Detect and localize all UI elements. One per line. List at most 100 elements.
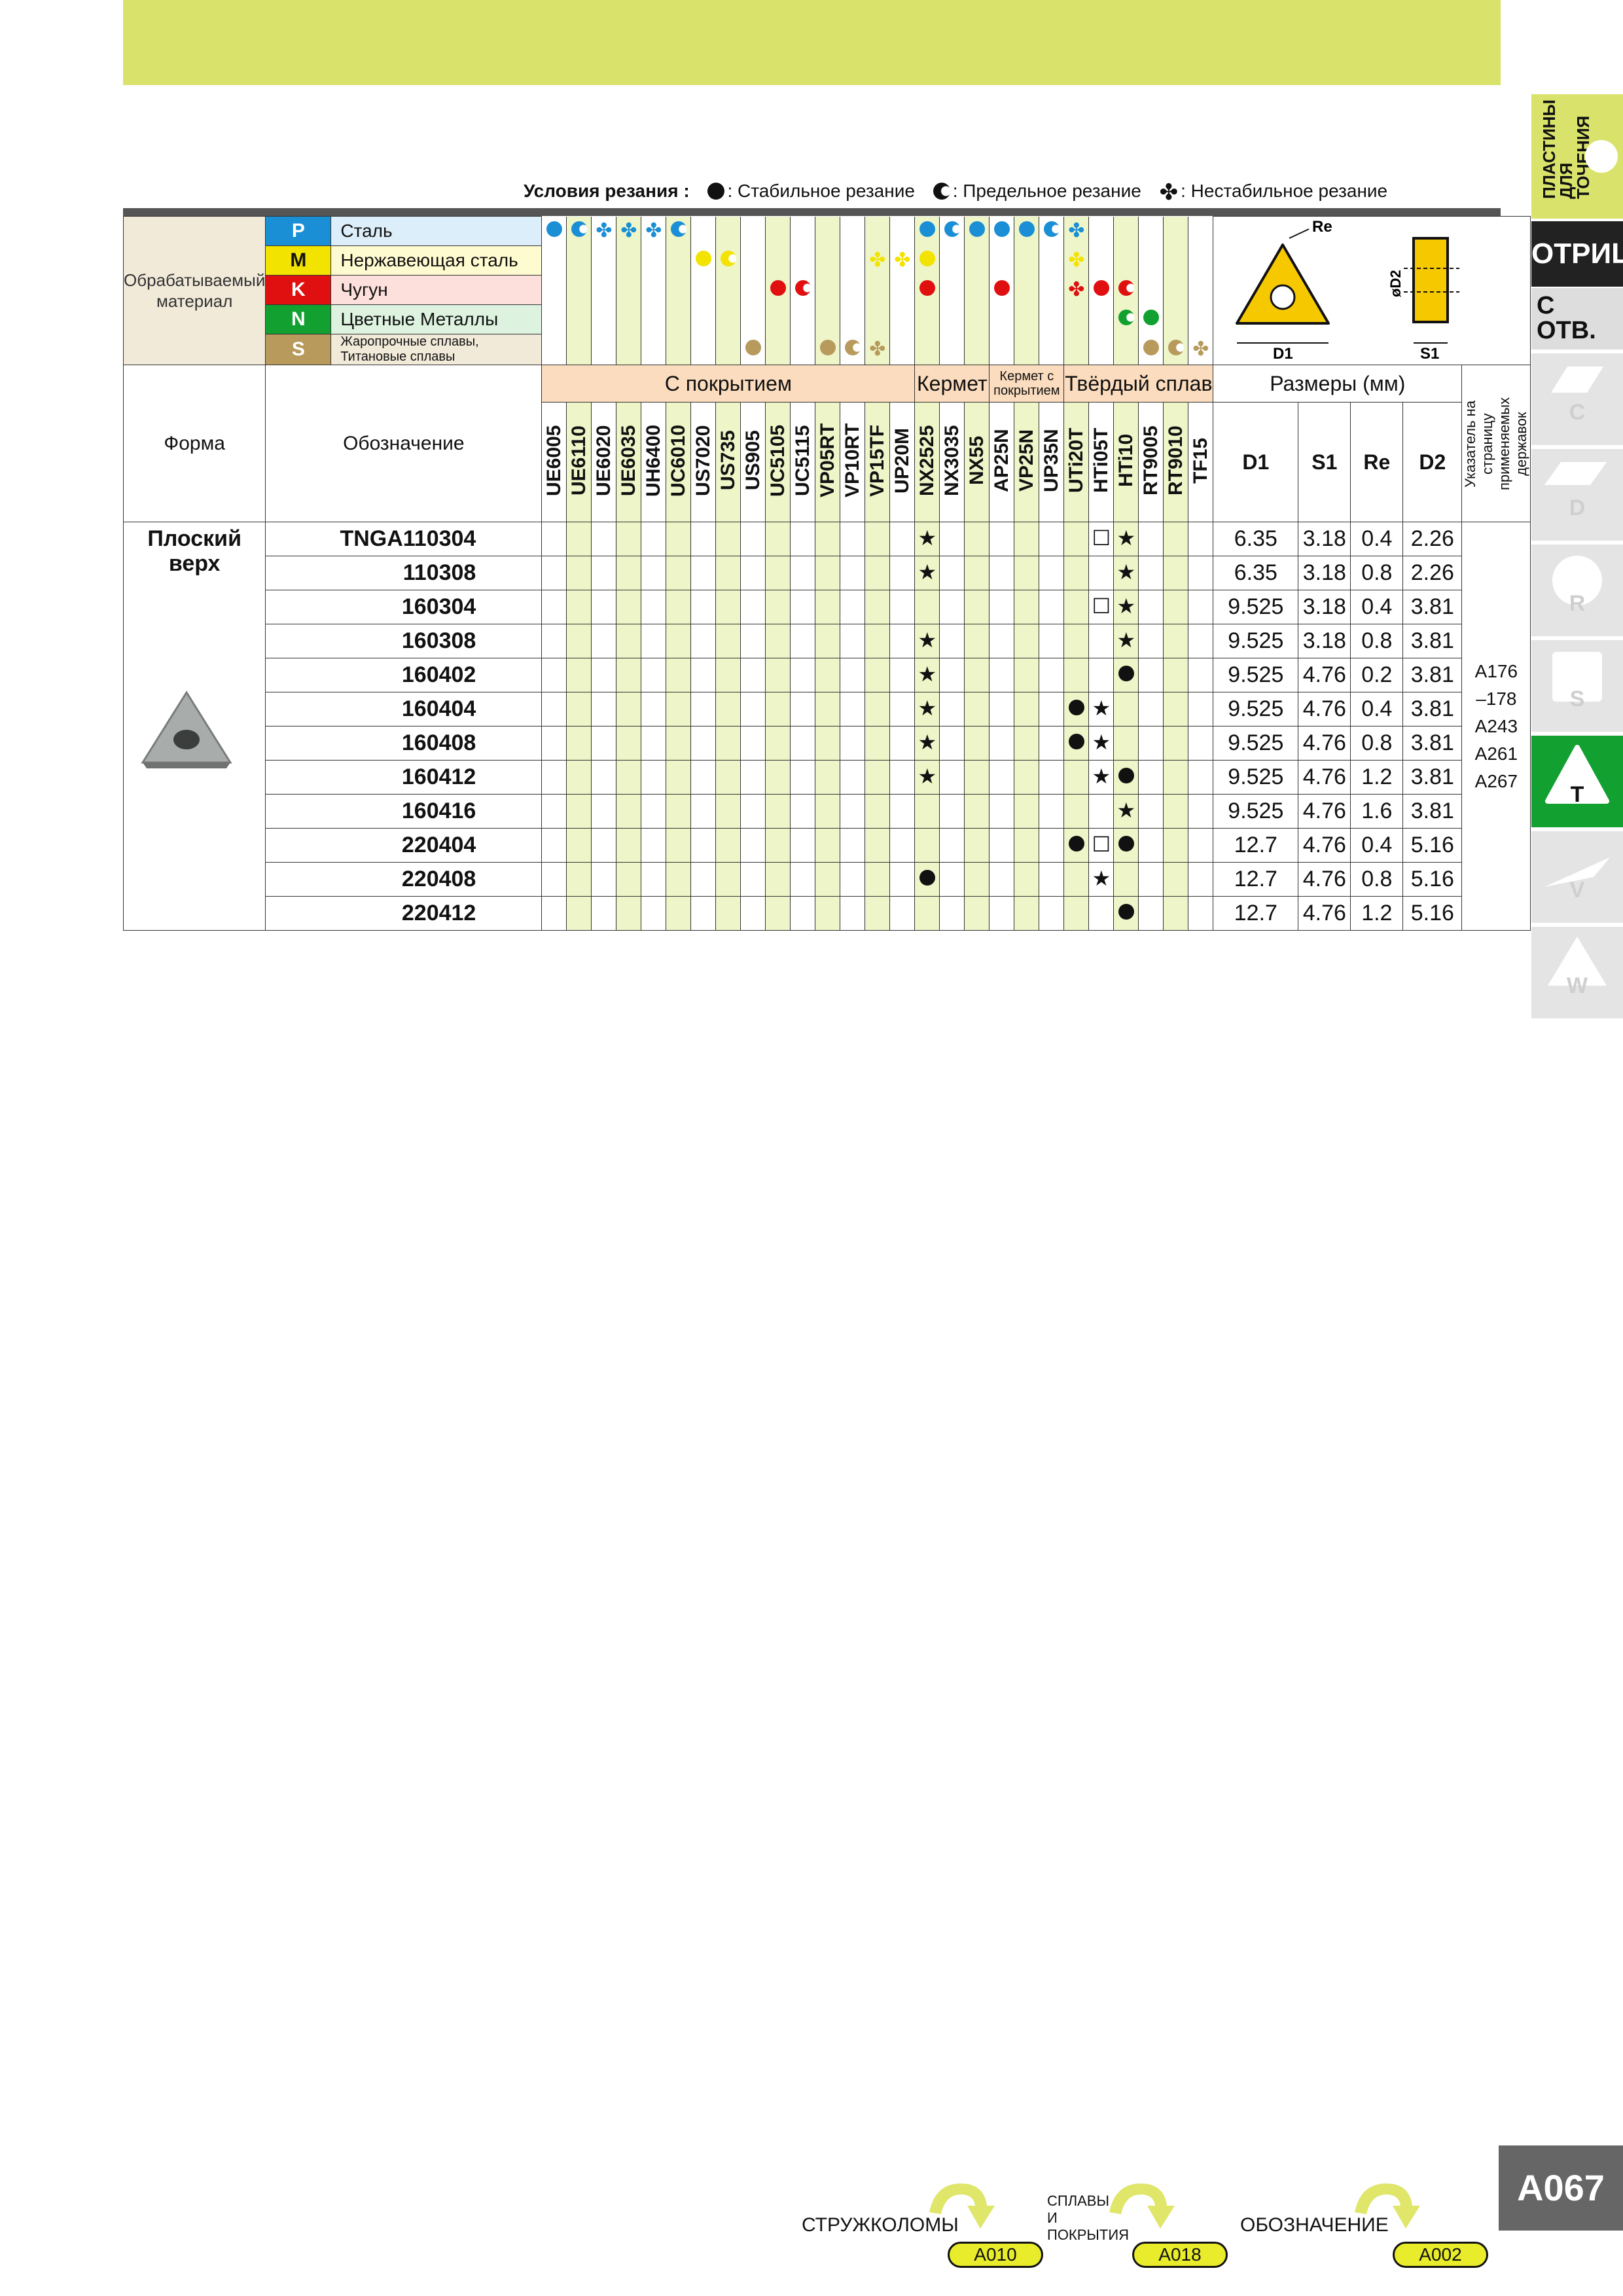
grade-suitability-cell <box>964 245 990 276</box>
shape-c-icon <box>1551 367 1603 393</box>
grade-availability-cell <box>815 556 841 590</box>
grade-availability-cell <box>641 658 667 692</box>
grade-availability-cell <box>541 862 567 897</box>
grade-label: VP10RT <box>840 402 865 522</box>
shape-tab-t[interactable]: T <box>1531 736 1623 827</box>
grade-availability-cell <box>1163 794 1189 829</box>
grade-suitability-cell <box>740 275 766 305</box>
designation-cell: 220404 <box>265 828 543 863</box>
grade-availability-cell <box>715 590 741 624</box>
shape-t-icon <box>1545 745 1609 804</box>
shape-tab-s[interactable]: S <box>1531 640 1623 732</box>
grade-availability-cell <box>1039 828 1065 863</box>
grade-availability-cell <box>1163 726 1189 761</box>
grade-suitability-cell <box>790 216 816 246</box>
grade-availability-cell <box>1188 658 1214 692</box>
grade-availability-cell <box>765 862 791 897</box>
footer-page-link[interactable]: A010 <box>948 2242 1043 2268</box>
grade-suitability-cell <box>840 275 866 305</box>
turning-inserts-tab[interactable]: ПЛАСТИНЫ ДЛЯ ТОЧЕНИЯ <box>1531 94 1623 219</box>
grade-suitability-cell <box>591 245 617 276</box>
grade-suitability-cell <box>889 304 916 334</box>
grade-label: US905 <box>740 402 766 522</box>
grade-availability-cell <box>1163 862 1189 897</box>
grade-suitability-cell <box>1113 216 1139 246</box>
grade-availability-cell <box>964 522 990 556</box>
grade-availability-cell: ★ <box>914 692 940 726</box>
grade-suitability-cell <box>541 245 567 276</box>
grade-suitability-cell <box>541 216 567 246</box>
shape-tab-w[interactable]: W <box>1531 927 1623 1018</box>
grade-suitability-cell <box>1163 216 1189 246</box>
grade-suitability-cell <box>939 216 965 246</box>
grade-availability-cell <box>815 522 841 556</box>
grade-availability-cell <box>1163 624 1189 658</box>
grade-suitability-cell <box>865 275 891 305</box>
grade-suitability-cell <box>765 245 791 276</box>
grade-availability-cell <box>1138 828 1164 863</box>
shape-v-icon <box>1544 857 1610 887</box>
grade-availability-cell: ★ <box>914 760 940 795</box>
legend-title: Условия резания : <box>524 181 690 201</box>
shape-tab-v[interactable]: V <box>1531 831 1623 923</box>
grade-suitability-cell <box>1163 334 1189 365</box>
negative-tab[interactable]: ОТРИЦ. <box>1531 221 1623 287</box>
d2-cell: 3.81 <box>1402 692 1463 726</box>
material-name: Цветные Металлы <box>330 304 543 334</box>
grade-availability-cell <box>1113 896 1139 931</box>
grade-suitability-cell <box>964 304 990 334</box>
square-icon: ☐ <box>1092 526 1111 550</box>
grade-availability-cell <box>1063 590 1090 624</box>
with-hole-tab[interactable]: С ОТВ. <box>1531 288 1623 350</box>
grade-availability-cell <box>566 794 592 829</box>
star-icon: ★ <box>1116 560 1136 584</box>
grade-availability-cell <box>1063 794 1090 829</box>
grade-availability-cell <box>715 624 741 658</box>
grade-suitability-cell <box>1088 275 1115 305</box>
grade-availability-cell <box>840 896 866 931</box>
square-icon: ☐ <box>1092 833 1111 856</box>
grade-suitability-cell <box>1088 216 1115 246</box>
footer-page-link[interactable]: A018 <box>1132 2242 1228 2268</box>
grade-availability-cell <box>1113 760 1139 795</box>
grade-suitability-cell <box>939 304 965 334</box>
grade-suitability-cell <box>666 245 692 276</box>
shape-tab-c[interactable]: C <box>1531 353 1623 445</box>
stable-marker-icon <box>919 251 935 266</box>
grade-availability-cell <box>666 692 692 726</box>
footer-page-link[interactable]: A002 <box>1393 2242 1488 2268</box>
grade-suitability-cell <box>666 334 692 365</box>
grade-availability-cell <box>1088 658 1115 692</box>
shape-tab-d[interactable]: D <box>1531 449 1623 541</box>
stable-marker-icon <box>993 280 1010 296</box>
stable-marker-icon <box>1143 310 1159 325</box>
grade-availability-cell <box>541 726 567 761</box>
grade-availability-cell <box>765 522 791 556</box>
grade-availability-cell <box>616 794 642 829</box>
grade-availability-cell <box>914 896 940 931</box>
table-row: 160408 ★ ★ 9.525 4.76 0.8 3.81 <box>124 726 1531 761</box>
re-cell: 0.4 <box>1350 522 1404 556</box>
unstable-marker-icon: ✤ <box>1068 279 1085 300</box>
grade-availability-cell <box>591 862 617 897</box>
d2-cell: 2.26 <box>1402 556 1463 590</box>
grade-availability-cell <box>840 862 866 897</box>
grade-availability-cell <box>566 624 592 658</box>
grade-suitability-cell <box>690 334 717 365</box>
grade-availability-cell <box>1039 726 1065 761</box>
limit-icon <box>933 183 950 200</box>
grade-availability-cell <box>1063 896 1090 931</box>
grade-availability-cell <box>1063 624 1090 658</box>
grade-availability-cell <box>790 624 816 658</box>
grade-suitability-cell <box>641 334 667 365</box>
table-row: 160416 ★ 9.525 4.76 1.6 3.81 <box>124 794 1531 829</box>
grade-suitability-cell <box>765 334 791 365</box>
legend-unstable: : Нестабильное резание <box>1181 181 1388 201</box>
shape-tab-r[interactable]: R <box>1531 545 1623 636</box>
shape-header: Форма <box>122 365 266 522</box>
grade-suitability-cell <box>1063 304 1090 334</box>
grade-suitability-cell <box>566 334 592 365</box>
grade-suitability-cell <box>1138 304 1164 334</box>
star-icon: ★ <box>1092 730 1111 754</box>
grade-suitability-cell <box>815 216 841 246</box>
